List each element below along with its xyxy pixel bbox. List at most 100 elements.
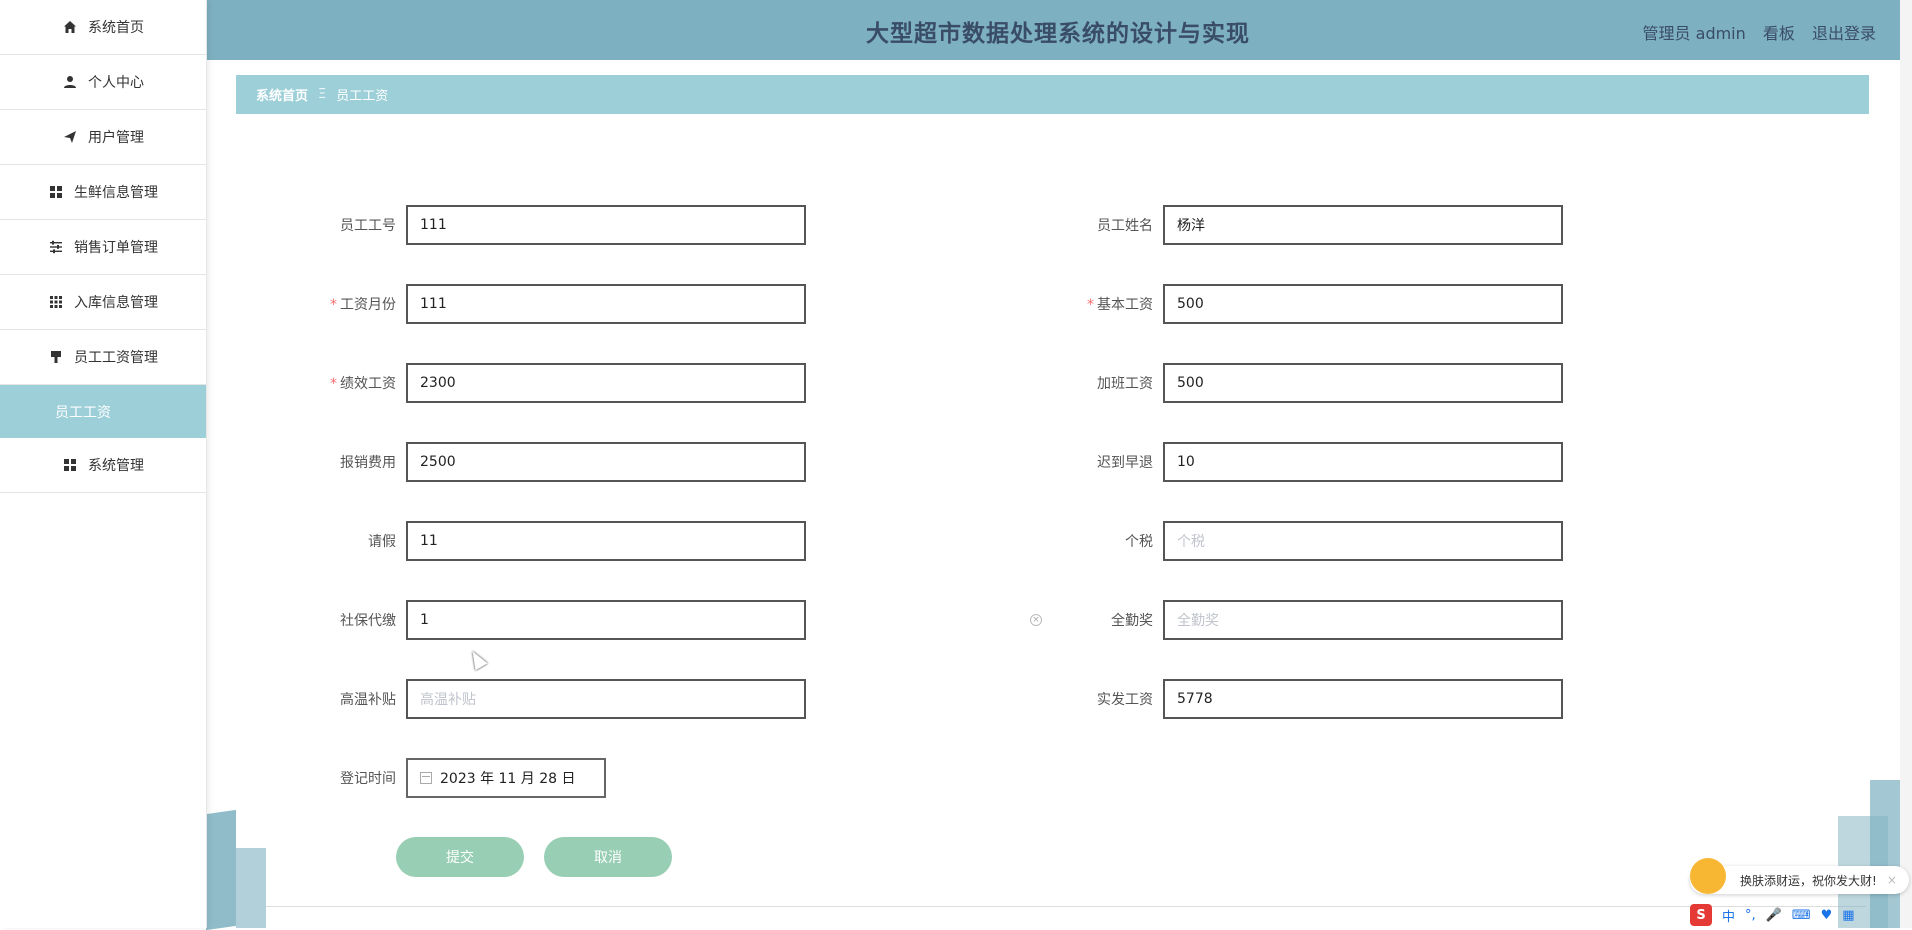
- field-label: 员工姓名: [1097, 218, 1153, 234]
- sidebar-subitem-label: 员工工资: [55, 404, 111, 421]
- user-icon: [62, 74, 78, 90]
- field-reg-time: 登记时间 2023 年 11 月 28 日: [316, 758, 606, 798]
- sidebar-item-fresh[interactable]: 生鲜信息管理: [0, 165, 206, 220]
- sidebar-item-label: 系统首页: [88, 20, 144, 36]
- sidebar-item-home[interactable]: 系统首页: [0, 0, 206, 55]
- base-salary-input[interactable]: 500: [1163, 284, 1563, 324]
- field-label-text: 基本工资: [1097, 297, 1153, 313]
- breadcrumb-separator: Ξ: [318, 87, 327, 102]
- late-input[interactable]: 10: [1163, 442, 1563, 482]
- emp-name-input[interactable]: 杨洋: [1163, 205, 1563, 245]
- field-overtime: 加班工资 500: [1073, 363, 1563, 403]
- ime-lang-toggle[interactable]: 中: [1722, 906, 1735, 925]
- field-label: 高温补贴: [340, 692, 396, 708]
- field-emp-name: 员工姓名 杨洋: [1073, 205, 1563, 245]
- sidebar-item-system[interactable]: 系统管理: [0, 438, 206, 493]
- sidebar-item-label: 系统管理: [88, 458, 144, 474]
- actual-salary-input[interactable]: 5778: [1163, 679, 1563, 719]
- field-label: * 基本工资: [1073, 294, 1153, 314]
- required-mark: *: [1087, 297, 1094, 313]
- sidebar-item-label: 入库信息管理: [74, 295, 158, 311]
- field-late: 迟到早退 10: [1073, 442, 1563, 482]
- board-link[interactable]: 看板: [1763, 24, 1795, 43]
- field-label: 全勤奖: [1111, 613, 1153, 629]
- field-tax: 个税 个税: [1073, 521, 1563, 561]
- field-perf: * 绩效工资 2300: [316, 363, 806, 403]
- tax-input[interactable]: 个税: [1163, 521, 1563, 561]
- sidebar-item-users[interactable]: 用户管理: [0, 110, 206, 165]
- attendance-input[interactable]: 全勤奖: [1163, 600, 1563, 640]
- apps-icon: [48, 294, 64, 310]
- sidebar-item-label: 生鲜信息管理: [74, 185, 158, 201]
- field-leave: 请假 11: [316, 521, 806, 561]
- field-emp-no: 员工工号 111: [316, 205, 806, 245]
- field-label: 员工工号: [340, 218, 396, 234]
- sidebar-item-salary-mgmt[interactable]: 员工工资管理: [0, 330, 206, 385]
- keyboard-icon[interactable]: ⌨: [1792, 908, 1811, 923]
- submit-button[interactable]: 提交: [396, 837, 524, 877]
- field-label: 社保代缴: [340, 613, 396, 629]
- sidebar-item-stock[interactable]: 入库信息管理: [0, 275, 206, 330]
- sidebar: 系统首页 个人中心 用户管理 生鲜信息管理 销售订单管理 入库信息管理 员工工资…: [0, 0, 207, 928]
- sidebar-subitem-salary[interactable]: 员工工资: [0, 385, 206, 438]
- microphone-icon[interactable]: 🎤: [1766, 908, 1782, 923]
- field-label-text: 工资月份: [340, 297, 396, 313]
- field-label: 迟到早退: [1097, 455, 1153, 471]
- sidebar-item-label: 用户管理: [88, 130, 144, 146]
- leave-input[interactable]: 11: [406, 521, 806, 561]
- send-icon: [62, 129, 78, 145]
- reg-time-value: 2023 年 11 月 28 日: [440, 771, 576, 787]
- logout-link[interactable]: 退出登录: [1812, 24, 1876, 43]
- breadcrumb-current: 员工工资: [336, 89, 389, 104]
- emp-no-input[interactable]: 111: [406, 205, 806, 245]
- cancel-button[interactable]: 取消: [544, 837, 672, 877]
- breadcrumb-home[interactable]: 系统首页: [256, 85, 308, 104]
- sidebar-item-label: 员工工资管理: [74, 350, 158, 366]
- perf-salary-input[interactable]: 2300: [406, 363, 806, 403]
- field-label: 加班工资: [1097, 376, 1153, 392]
- sliders-icon: [48, 239, 64, 255]
- ime-mascot-icon[interactable]: [1690, 858, 1726, 894]
- reimburse-input[interactable]: 2500: [406, 442, 806, 482]
- field-label: 登记时间: [340, 771, 396, 787]
- grid-icon: [48, 184, 64, 200]
- field-label-text: 绩效工资: [340, 376, 396, 392]
- required-mark: *: [330, 297, 337, 313]
- field-label: 报销费用: [340, 455, 396, 471]
- sidebar-item-profile[interactable]: 个人中心: [0, 55, 206, 110]
- social-input[interactable]: 1: [406, 600, 806, 640]
- clear-icon[interactable]: ×: [1030, 614, 1042, 626]
- field-social: 社保代缴 1: [316, 600, 806, 640]
- salary-form: 员工工号 111 员工姓名 杨洋 * 工资月份 111 * 基本工资 500 * 绩效…: [206, 120, 1906, 920]
- scrollbar[interactable]: [1900, 0, 1912, 928]
- user-area: 管理员 admin 看板 退出登录: [1643, 20, 1876, 44]
- current-user: 管理员 admin: [1642, 24, 1746, 43]
- home-icon: [62, 19, 78, 35]
- punctuation-icon[interactable]: °,: [1745, 908, 1756, 923]
- field-actual: 实发工资 5778: [1073, 679, 1563, 719]
- field-attendance: 全勤奖 全勤奖: [1073, 600, 1563, 640]
- close-icon[interactable]: ×: [1887, 873, 1897, 887]
- breadcrumb: 系统首页 Ξ 员工工资: [236, 75, 1869, 114]
- calendar-icon: [420, 772, 432, 784]
- toolbox-icon[interactable]: ▦: [1842, 908, 1854, 923]
- heat-input[interactable]: 高温补贴: [406, 679, 806, 719]
- overtime-input[interactable]: 500: [1163, 363, 1563, 403]
- ime-tip-text: 换肤添财运，祝你发大财!: [1740, 873, 1877, 888]
- field-label: 个税: [1125, 534, 1153, 550]
- sidebar-item-orders[interactable]: 销售订单管理: [0, 220, 206, 275]
- field-heat: 高温补贴 高温补贴: [316, 679, 806, 719]
- grid-icon: [62, 457, 78, 473]
- ime-logo[interactable]: S: [1690, 904, 1712, 926]
- month-input[interactable]: 111: [406, 284, 806, 324]
- field-reimburse: 报销费用 2500: [316, 442, 806, 482]
- top-header: 大型超市数据处理系统的设计与实现 管理员 admin 看板 退出登录: [206, 0, 1912, 60]
- skin-icon[interactable]: ♥: [1821, 908, 1833, 923]
- ime-toolbar: S 中 °, 🎤 ⌨ ♥ ▦: [1690, 902, 1912, 928]
- field-label: 请假: [368, 534, 396, 550]
- sidebar-item-label: 销售订单管理: [74, 240, 158, 256]
- field-month: * 工资月份 111: [316, 284, 806, 324]
- field-label: * 工资月份: [316, 294, 396, 314]
- field-label: 实发工资: [1097, 692, 1153, 708]
- reg-time-picker[interactable]: 2023 年 11 月 28 日: [406, 758, 606, 798]
